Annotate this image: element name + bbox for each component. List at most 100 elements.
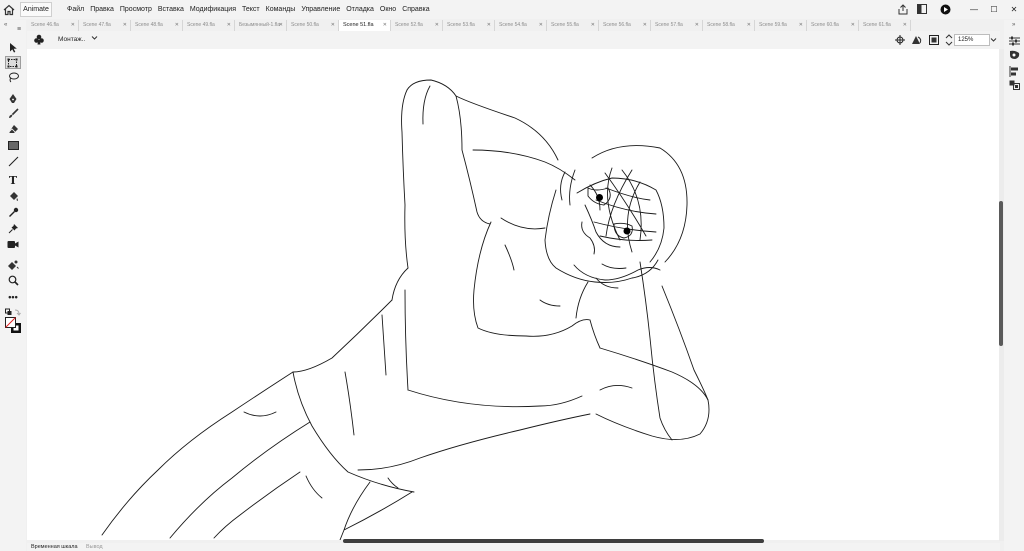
align-icon[interactable] <box>1009 66 1020 79</box>
properties-icon[interactable] <box>1009 36 1020 48</box>
share-icon[interactable] <box>898 4 908 15</box>
menu-item[interactable]: Вставка <box>155 0 187 19</box>
close-tab-icon[interactable]: ✕ <box>383 20 387 31</box>
document-tab[interactable]: Scene 54.fla ✕ <box>495 20 547 31</box>
pin-tool-icon[interactable] <box>5 222 21 235</box>
close-tab-icon[interactable]: ✕ <box>487 20 491 31</box>
test-movie-icon[interactable] <box>940 4 951 15</box>
close-tab-icon[interactable]: ✕ <box>903 20 907 31</box>
document-tab[interactable]: Scene 55.fla ✕ <box>547 20 599 31</box>
close-tab-icon[interactable]: ✕ <box>747 20 751 31</box>
document-tab-label: Scene 46.fla <box>31 22 59 28</box>
menu-item[interactable]: Текст <box>239 0 263 19</box>
document-tab[interactable]: Безымянный-1.fla ✕ <box>235 20 287 31</box>
zoom-tool-icon[interactable] <box>5 274 21 287</box>
zoom-field[interactable]: 125% <box>954 34 990 46</box>
document-tab-label: Scene 59.fla <box>759 22 787 28</box>
maximize-icon[interactable]: ☐ <box>984 0 1004 19</box>
close-tab-icon[interactable]: ✕ <box>799 20 803 31</box>
publish-panel-icon[interactable] <box>917 4 927 14</box>
menu-item[interactable]: Отладка <box>343 0 377 19</box>
assets-icon[interactable] <box>1009 80 1020 92</box>
close-tab-icon[interactable]: ✕ <box>175 20 179 31</box>
selection-tool-icon[interactable] <box>5 41 21 54</box>
close-tab-icon[interactable]: ✕ <box>695 20 699 31</box>
close-tab-icon[interactable]: ✕ <box>643 20 647 31</box>
expand-icon[interactable]: » <box>1012 22 1015 28</box>
close-icon[interactable]: ✕ <box>1004 0 1024 19</box>
app-name-button[interactable]: Animate <box>20 2 52 17</box>
lasso-tool-icon[interactable] <box>5 71 21 84</box>
document-tab[interactable]: Scene 59.fla ✕ <box>755 20 807 31</box>
rectangle-tool-icon[interactable] <box>5 139 21 152</box>
close-tab-icon[interactable]: ✕ <box>591 20 595 31</box>
free-transform-tool-icon[interactable] <box>5 56 21 69</box>
document-tab[interactable]: Scene 47.fla ✕ <box>79 20 131 31</box>
scene-dropdown-chevron-down-icon[interactable] <box>91 35 98 43</box>
camera-tool-icon[interactable] <box>5 238 21 251</box>
scene-name[interactable]: Монтаж.. <box>58 36 85 43</box>
menu-item[interactable]: Просмотр <box>117 0 155 19</box>
tab-output[interactable]: Вывод <box>86 544 103 550</box>
document-tab[interactable]: Scene 49.fla ✕ <box>183 20 235 31</box>
document-tab-label: Scene 50.fla <box>291 22 319 28</box>
document-tab[interactable]: Scene 56.fla ✕ <box>599 20 651 31</box>
close-tab-icon[interactable]: ✕ <box>123 20 127 31</box>
tab-timeline[interactable]: Временная шкала <box>31 544 78 550</box>
rotation-icon[interactable] <box>911 35 922 47</box>
document-tab[interactable]: Scene 61.fla ✕ <box>859 20 911 31</box>
menu-item[interactable]: Модификация <box>187 0 239 19</box>
menu-item[interactable]: Правка <box>87 0 117 19</box>
minimize-icon[interactable]: — <box>964 0 984 19</box>
menu-item[interactable]: Команды <box>263 0 299 19</box>
close-tab-icon[interactable]: ✕ <box>71 20 75 31</box>
stage-canvas[interactable] <box>27 49 999 540</box>
document-tab-label: Scene 48.fla <box>135 22 163 28</box>
document-tab-label: Scene 49.fla <box>187 22 215 28</box>
clip-canvas-icon[interactable] <box>929 35 939 47</box>
collapse-icon[interactable]: « <box>4 22 7 28</box>
document-tab[interactable]: Scene 57.fla ✕ <box>651 20 703 31</box>
close-tab-icon[interactable]: ✕ <box>539 20 543 31</box>
close-tab-icon[interactable]: ✕ <box>435 20 439 31</box>
vertical-scroll-thumb[interactable] <box>999 201 1003 346</box>
more-tools-icon[interactable]: ••• <box>5 290 21 303</box>
close-tab-icon[interactable]: ✕ <box>851 20 855 31</box>
zoom-dropdown-chevron-down-icon[interactable] <box>990 37 997 45</box>
text-tool-icon[interactable]: T <box>5 174 21 187</box>
document-tab-label: Scene 55.fla <box>551 22 579 28</box>
document-tab[interactable]: Scene 58.fla ✕ <box>703 20 755 31</box>
document-tab-label: Scene 56.fla <box>603 22 631 28</box>
close-tab-icon[interactable]: ✕ <box>331 20 335 31</box>
document-tab-label: Scene 47.fla <box>83 22 111 28</box>
document-tab-label: Безымянный-1.fla <box>239 22 281 28</box>
close-tab-icon[interactable]: ✕ <box>279 20 283 31</box>
library-icon[interactable] <box>1009 50 1020 62</box>
fit-stage-icon[interactable] <box>945 34 953 48</box>
document-tab[interactable]: Scene 53.fla ✕ <box>443 20 495 31</box>
center-stage-icon[interactable] <box>895 35 905 47</box>
line-tool-icon[interactable] <box>5 155 21 168</box>
bottom-panel-tabs: Временная шкала Вывод <box>27 543 1000 551</box>
menu-item[interactable]: Справка <box>399 0 432 19</box>
document-tab[interactable]: Scene 52.fla ✕ <box>391 20 443 31</box>
close-tab-icon[interactable]: ✕ <box>227 20 231 31</box>
home-icon[interactable] <box>3 4 15 16</box>
asset-warp-tool-icon[interactable] <box>5 258 21 271</box>
document-tab[interactable]: Scene 46.fla ✕ <box>27 20 79 31</box>
document-tab[interactable]: Scene 51.fla ✕ <box>339 20 391 31</box>
menu-item[interactable]: Управление <box>298 0 343 19</box>
eyedropper-tool-icon[interactable] <box>5 206 21 219</box>
menu-item[interactable]: Файл <box>64 0 87 19</box>
paint-bucket-tool-icon[interactable] <box>5 190 21 203</box>
brush-tool-icon[interactable] <box>5 107 21 120</box>
eraser-tool-icon[interactable] <box>5 122 21 135</box>
panel-menu-icon[interactable]: ≡ <box>17 26 21 33</box>
document-tab-label: Scene 51.fla <box>343 22 374 28</box>
menu-item[interactable]: Окно <box>377 0 399 19</box>
document-tab[interactable]: Scene 48.fla ✕ <box>131 20 183 31</box>
document-tab[interactable]: Scene 60.fla ✕ <box>807 20 859 31</box>
document-tab[interactable]: Scene 50.fla ✕ <box>287 20 339 31</box>
stroke-fill-colors[interactable] <box>5 317 23 336</box>
pen-tool-icon[interactable] <box>5 92 21 105</box>
